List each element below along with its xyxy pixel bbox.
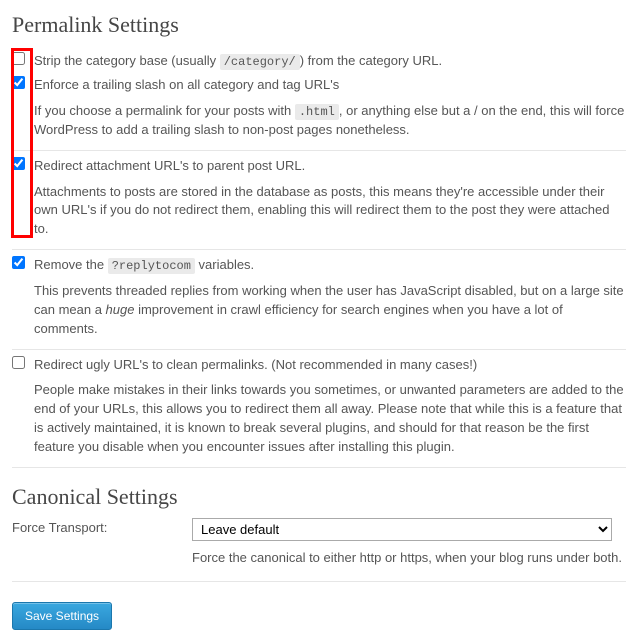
redirect-ugly-label: Redirect ugly URL's to clean permalinks.… [34, 356, 626, 374]
option-trailing-slash: Enforce a trailing slash on all category… [12, 70, 626, 151]
strip-cat-label-post: ) from the category URL. [300, 53, 442, 68]
option-redirect-ugly: Redirect ugly URL's to clean permalinks.… [12, 350, 626, 468]
option-redirect-attachment: Redirect attachment URL's to parent post… [12, 151, 626, 250]
highlight-box [11, 48, 33, 238]
replytocom-desc-em: huge [106, 302, 135, 317]
force-transport-row: Force Transport: Leave default Force the… [12, 518, 626, 582]
permalink-settings-heading: Permalink Settings [12, 12, 626, 38]
replytocom-label-post: variables. [195, 257, 254, 272]
option-strip-category: Strip the category base (usually /catego… [12, 46, 626, 70]
force-transport-desc: Force the canonical to either http or ht… [192, 549, 622, 567]
redirect-ugly-checkbox[interactable] [12, 356, 25, 369]
force-transport-label: Force Transport: [12, 518, 192, 535]
canonical-settings-heading: Canonical Settings [12, 484, 626, 510]
option-remove-replytocom: Remove the ?replytocom variables. This p… [12, 250, 626, 350]
replytocom-code: ?replytocom [108, 258, 195, 274]
redirect-ugly-desc: People make mistakes in their links towa… [34, 381, 626, 456]
force-transport-select[interactable]: Leave default [192, 518, 612, 541]
redirect-attachment-label: Redirect attachment URL's to parent post… [34, 157, 626, 175]
trailing-slash-desc-pre: If you choose a permalink for your posts… [34, 103, 295, 118]
strip-cat-label-pre: Strip the category base (usually [34, 53, 220, 68]
strip-cat-code: /category/ [220, 54, 300, 70]
replytocom-label-pre: Remove the [34, 257, 108, 272]
trailing-slash-label: Enforce a trailing slash on all category… [34, 76, 626, 94]
save-settings-button[interactable]: Save Settings [12, 602, 112, 630]
remove-replytocom-checkbox[interactable] [12, 256, 25, 269]
trailing-slash-code: .html [295, 104, 339, 120]
redirect-attachment-desc: Attachments to posts are stored in the d… [34, 183, 626, 240]
